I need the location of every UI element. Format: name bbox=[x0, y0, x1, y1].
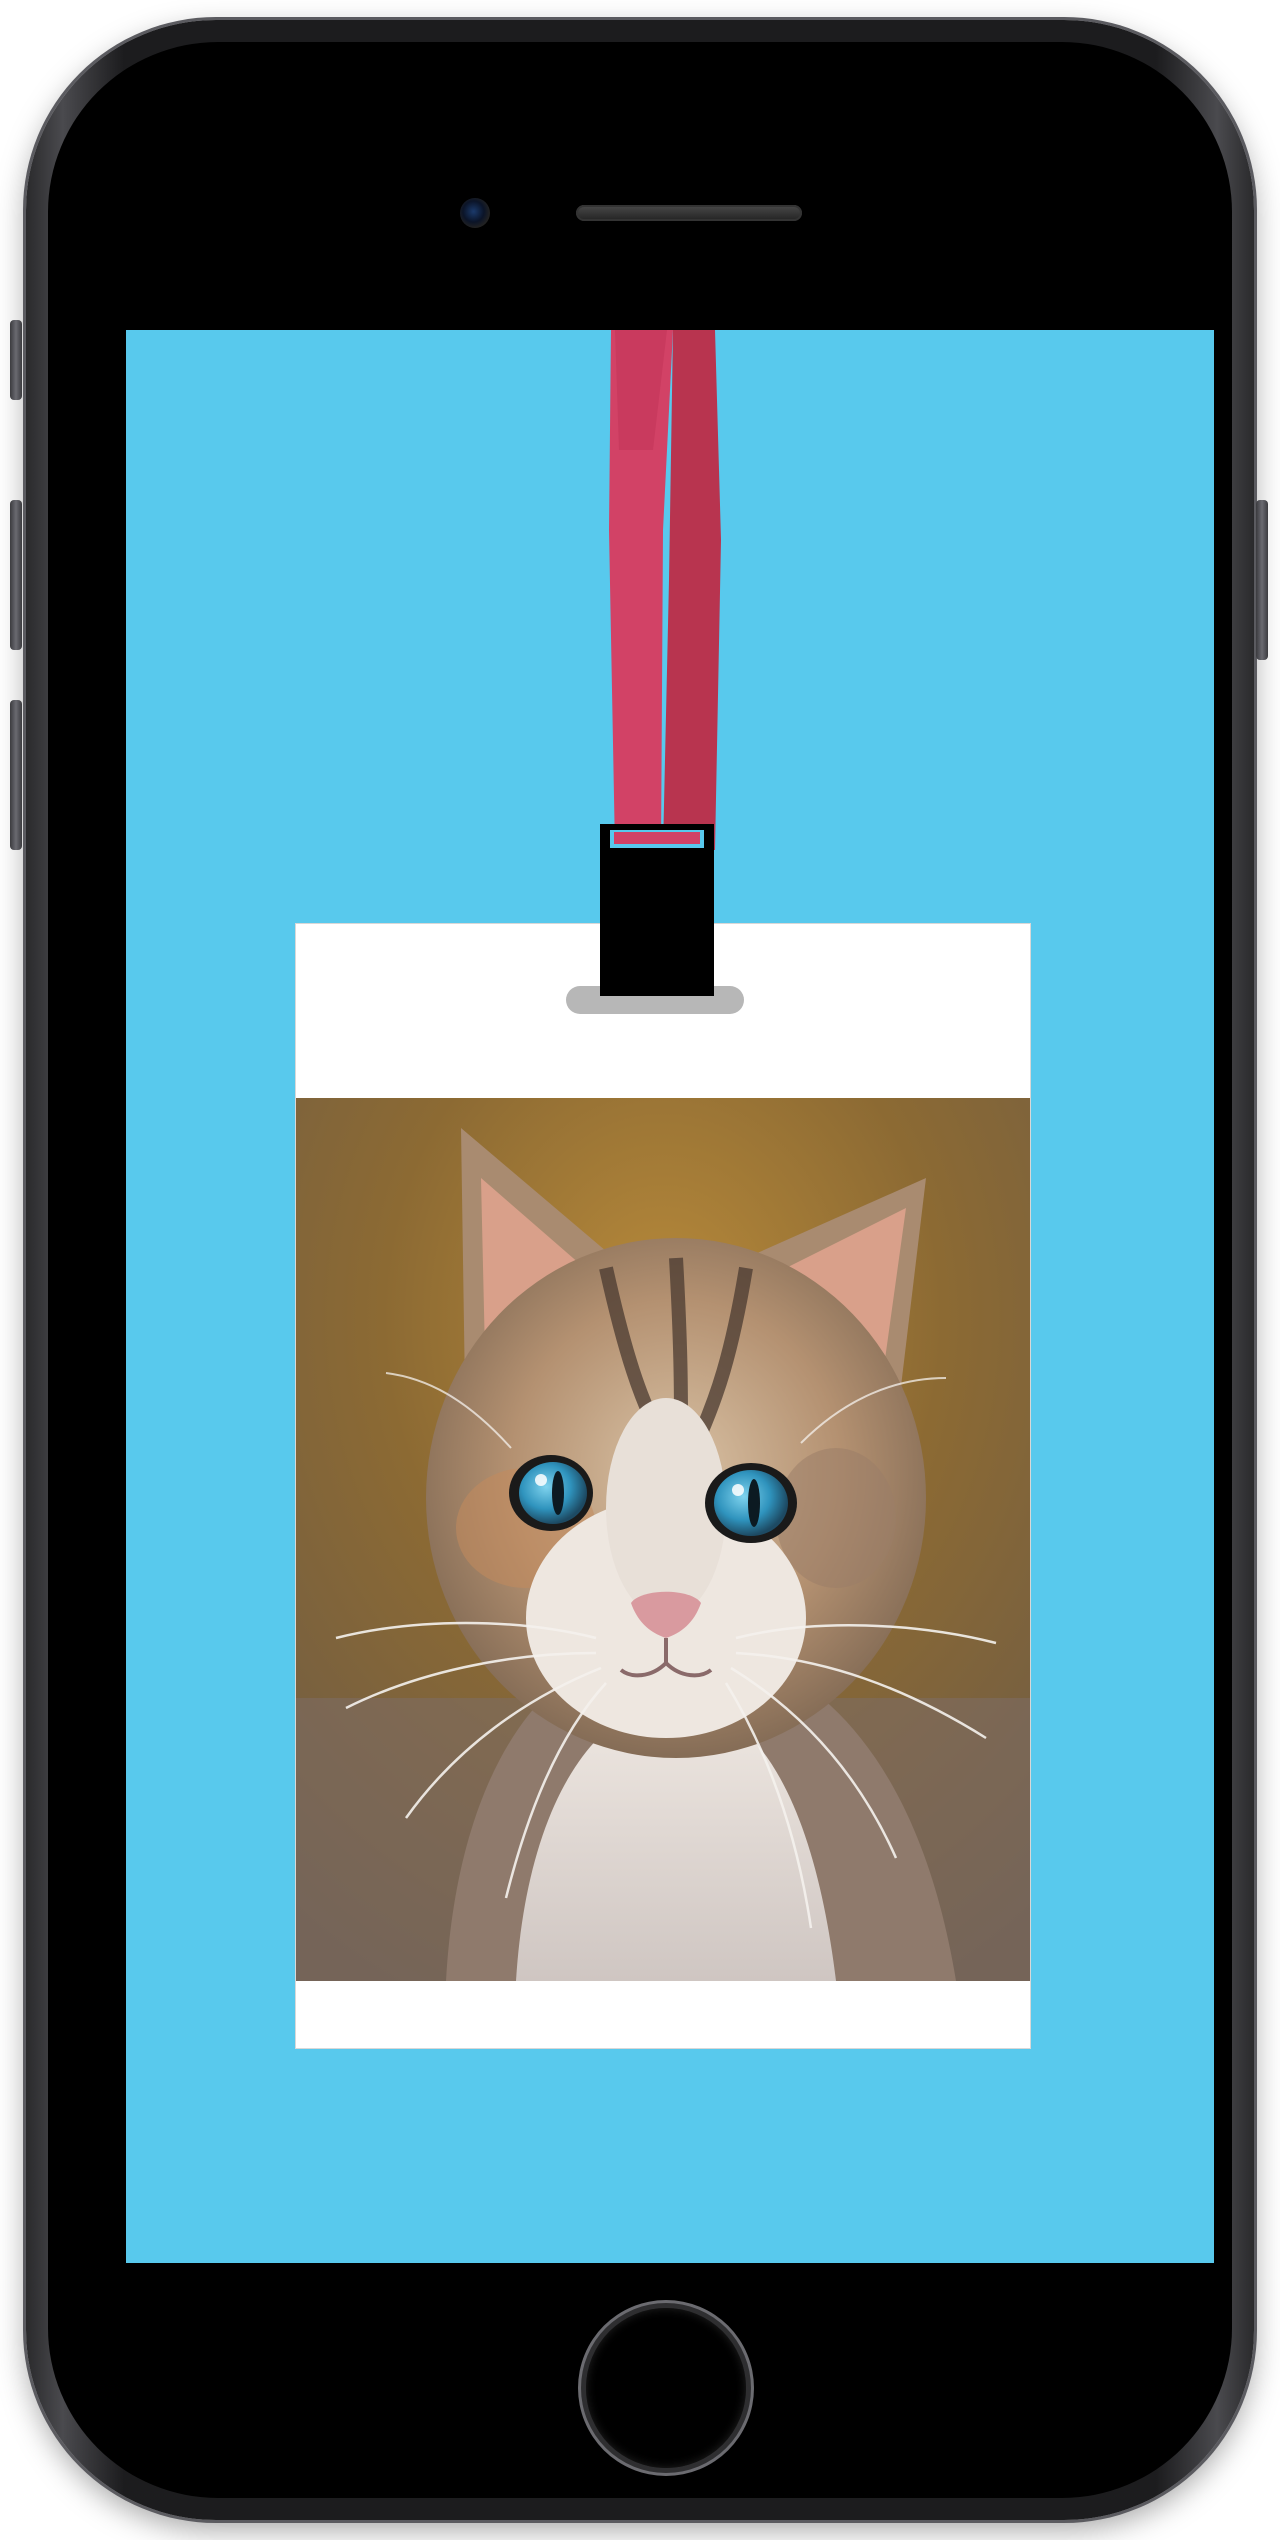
volume-up-button[interactable] bbox=[10, 500, 22, 650]
cat-photo bbox=[296, 1098, 1030, 1981]
mute-switch[interactable] bbox=[10, 320, 22, 400]
earpiece-speaker bbox=[576, 205, 802, 221]
phone-frame bbox=[10, 20, 1268, 2520]
front-camera-icon bbox=[460, 198, 490, 228]
volume-down-button[interactable] bbox=[10, 700, 22, 850]
lanyard-strap bbox=[609, 330, 721, 850]
badge-photo bbox=[296, 1098, 1030, 1981]
badge-clip bbox=[600, 824, 714, 996]
id-badge-card bbox=[296, 924, 1030, 2048]
app-screen bbox=[126, 330, 1214, 2263]
home-button[interactable] bbox=[586, 2308, 746, 2468]
power-button[interactable] bbox=[1256, 500, 1268, 660]
